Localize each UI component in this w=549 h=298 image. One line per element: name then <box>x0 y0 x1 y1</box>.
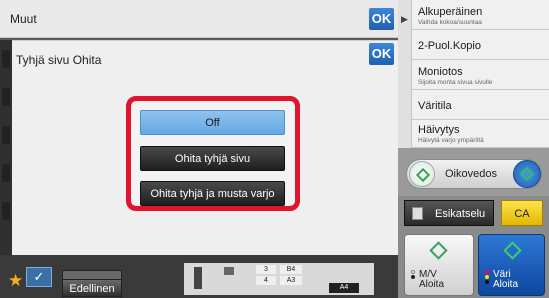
menu-item-multi-shot[interactable]: Moniotos Sijoita monta sivua sivulle <box>412 60 549 90</box>
start-row: M/V Aloita Väri Aloita <box>398 230 549 298</box>
strip-tab[interactable] <box>2 126 10 144</box>
color-start-button[interactable]: Väri Aloita <box>478 234 545 296</box>
menu-item-erase[interactable]: Häivytys Häivytä varjo ympäriltä <box>412 118 549 148</box>
function-menu: Alkuperäinen Vaihda kokoa/suuntaa 2-Puol… <box>412 0 549 148</box>
menu-item-sublabel: Sijoita monta sivua sivulle <box>418 79 493 86</box>
tray-size: A3 <box>280 276 302 285</box>
mono-start-sublabel: Aloita <box>419 279 445 290</box>
strip-tab[interactable] <box>2 88 10 106</box>
menu-item-original[interactable]: Alkuperäinen Vaihda kokoa/suuntaa <box>412 0 549 30</box>
proof-color-start-icon[interactable] <box>513 160 541 188</box>
proof-copy-row: Oikovedos <box>398 148 549 196</box>
options-highlight-frame: Off Ohita tyhjä sivu Ohita tyhjä ja must… <box>126 96 300 211</box>
color-start-sublabel: Aloita <box>493 279 519 290</box>
play-arrow-icon[interactable]: ▶ <box>401 14 408 25</box>
bottom-bar: ★ ✓ Edellinen 3 B4 4 A3 A4 <box>0 255 398 298</box>
checkmark-icon[interactable]: ✓ <box>26 267 52 287</box>
menu-item-color-mode[interactable]: Väritila <box>412 90 549 120</box>
header-title: Muut <box>10 12 37 26</box>
tray-graphic <box>194 267 202 289</box>
tray-graphic <box>224 267 234 275</box>
option-off-button[interactable]: Off <box>140 110 285 135</box>
mono-dots-icon <box>411 270 417 280</box>
option-skip-blank-and-shadow-button[interactable]: Ohita tyhjä ja musta varjo <box>140 181 285 206</box>
side-strip <box>0 40 12 255</box>
dialog-title: Tyhjä sivu Ohita <box>16 53 102 67</box>
preview-button[interactable]: Esikatselu <box>404 200 494 226</box>
proof-copy-label: Oikovedos <box>445 168 497 180</box>
blank-page-skip-dialog: Tyhjä sivu Ohita OK Off Ohita tyhjä sivu… <box>12 40 398 255</box>
menu-item-label: Alkuperäinen <box>418 6 483 18</box>
tray-number: 3 <box>256 265 276 274</box>
document-icon <box>412 207 423 220</box>
menu-item-label: Moniotos <box>418 66 463 78</box>
start-diamond-icon <box>429 241 448 260</box>
start-diamond-icon <box>503 241 522 260</box>
menu-item-label: Häivytys <box>418 124 460 136</box>
preview-label: Esikatselu <box>435 208 486 220</box>
tray-number: 4 <box>256 276 276 285</box>
menu-item-label: 2-Puol.Kopio <box>418 40 481 52</box>
preview-row: Esikatselu CA <box>398 196 549 230</box>
strip-tab[interactable] <box>2 164 10 182</box>
strip-tab[interactable] <box>2 202 10 220</box>
color-dots-icon <box>485 270 491 285</box>
menu-item-sublabel: Häivytä varjo ympäriltä <box>418 137 484 144</box>
menu-item-label: Väritila <box>418 100 452 112</box>
header-ok-button[interactable]: OK <box>369 8 394 30</box>
tray-selected-size: A4 <box>329 283 359 293</box>
star-icon[interactable]: ★ <box>8 271 23 291</box>
previous-button[interactable]: Edellinen <box>62 279 122 297</box>
strip-tab[interactable] <box>2 50 10 68</box>
header-bar: Muut OK <box>0 0 398 38</box>
tray-size: B4 <box>280 265 302 274</box>
menu-item-sublabel: Vaihda kokoa/suuntaa <box>418 19 482 26</box>
menu-toggle[interactable]: ▶ <box>398 0 412 148</box>
proof-copy-button[interactable]: Oikovedos <box>406 159 542 189</box>
option-skip-blank-button[interactable]: Ohita tyhjä sivu <box>140 146 285 171</box>
dialog-ok-button[interactable]: OK <box>369 43 394 65</box>
copier-screen: Muut OK Tyhjä sivu Ohita OK Off Ohita ty… <box>0 0 549 298</box>
mono-start-button[interactable]: M/V Aloita <box>404 234 474 296</box>
paper-tray-status: 3 B4 4 A3 A4 <box>184 263 374 295</box>
menu-item-duplex[interactable]: 2-Puol.Kopio <box>412 30 549 60</box>
settings-pane: Muut OK Tyhjä sivu Ohita OK Off Ohita ty… <box>0 0 398 298</box>
proof-start-icon <box>409 161 435 187</box>
clear-all-button[interactable]: CA <box>501 200 543 226</box>
